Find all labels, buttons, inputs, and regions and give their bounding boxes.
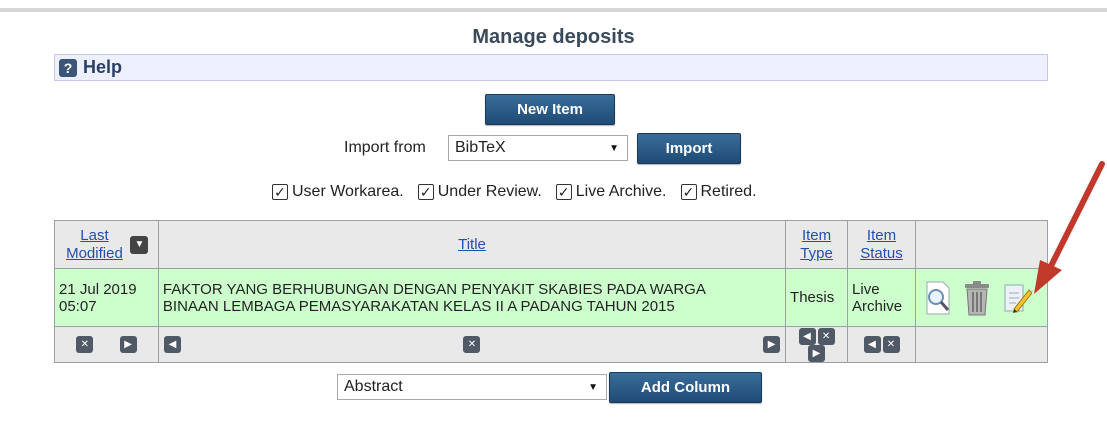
move-right-icon[interactable]: ▶ [808,345,826,363]
checkbox-retired[interactable]: ✓ [680,184,697,200]
sort-item-type-link[interactable]: Item Type [800,227,833,262]
status-line-1: Live [852,280,880,298]
ctrl-actions [914,325,1049,364]
add-column-button[interactable]: Add Column [609,372,762,403]
table-row[interactable]: 21 Jul 2019 05:07 FAKTOR YANG BERHUBUNGA… [54,268,1049,327]
cell-last-modified: 21 Jul 2019 05:07 [54,268,159,327]
ctrl-title: ◀ ✕ ▶ [157,325,787,364]
remove-column-icon[interactable]: ✕ [817,327,835,345]
sort-title-link[interactable]: Title [458,236,486,253]
ctrl-item-status: ◀ ✕ [847,325,916,364]
new-item-button[interactable]: New Item [485,94,615,125]
import-format-select[interactable]: BibTeX ▼ [448,135,628,161]
filter-label: Retired. [700,183,757,200]
move-right-icon[interactable]: ▶ [119,336,137,354]
sort-item-status-link[interactable]: Item Status [860,227,903,262]
table-header-row: Last Modified ▼ Title Item Type Item Sta… [54,220,1049,269]
move-right-icon[interactable]: ▶ [763,336,781,354]
move-left-icon[interactable]: ◀ [798,327,816,345]
status-filters: ✓ User Workarea. ✓ Under Review. ✓ Live … [272,183,771,201]
help-bar[interactable]: ? Help [54,54,1048,81]
help-icon[interactable]: ? [59,58,77,77]
checkbox-user-workarea[interactable]: ✓ [272,184,288,200]
cell-item-status: Live Archive [847,268,916,327]
import-from-label: Import from [344,139,426,156]
title-line-2: BINAAN LEMBAGA PEMASYARAKATAN KELAS II A… [162,297,675,315]
filter-retired[interactable]: ✓ Retired. [680,183,757,201]
header-last-modified: Last Modified ▼ [54,220,159,269]
chevron-down-icon: ▼ [588,382,598,393]
ctrl-item-type: ◀ ✕▶ [785,325,849,364]
help-label[interactable]: Help [83,57,122,78]
trash-icon[interactable] [962,280,992,316]
annotation-arrow-icon [1034,161,1105,294]
page-title: Manage deposits [472,26,635,48]
status-line-2: Archive [852,297,903,315]
modified-time: 05:07 [59,297,97,315]
sort-desc-icon[interactable]: ▼ [130,235,149,254]
add-column-select[interactable]: Abstract ▼ [337,374,607,400]
column-controls-row: ✕ ▶ ◀ ✕ ▶ ◀ ✕▶ ◀ ✕ [54,325,1049,364]
sort-last-modified-link[interactable]: Last Modified [66,227,123,262]
cell-item-type: Thesis [785,268,849,327]
cell-title: FAKTOR YANG BERHUBUNGAN DENGAN PENYAKIT … [157,268,787,327]
filter-under-review[interactable]: ✓ Under Review. [417,183,542,201]
remove-column-icon[interactable]: ✕ [882,336,900,354]
top-rule [0,8,1107,12]
header-item-status: Item Status [847,220,916,269]
add-column-value: Abstract [344,378,403,395]
filter-label: Live Archive. [575,183,667,200]
move-left-icon[interactable]: ◀ [163,336,181,354]
chevron-down-icon: ▼ [609,143,619,154]
filter-live-archive[interactable]: ✓ Live Archive. [555,183,667,201]
remove-column-icon[interactable]: ✕ [76,336,94,354]
filter-label: Under Review. [437,183,542,200]
ctrl-last-modified: ✕ ▶ [54,325,159,364]
import-button[interactable]: Import [637,133,741,164]
modified-date: 21 Jul 2019 [59,280,137,298]
move-left-icon[interactable]: ◀ [863,336,881,354]
filter-user-workarea[interactable]: ✓ User Workarea. [272,183,404,201]
view-icon[interactable] [924,281,952,315]
import-format-value: BibTeX [455,139,506,156]
header-title: Title [157,220,787,269]
header-item-type: Item Type [785,220,849,269]
checkbox-under-review[interactable]: ✓ [417,184,434,200]
filter-label: User Workarea. [292,183,404,200]
checkbox-live-archive[interactable]: ✓ [555,184,572,200]
title-line-1: FAKTOR YANG BERHUBUNGAN DENGAN PENYAKIT … [162,280,706,298]
deposits-table: Last Modified ▼ Title Item Type Item Sta… [54,220,1049,364]
remove-column-icon[interactable]: ✕ [463,336,481,354]
